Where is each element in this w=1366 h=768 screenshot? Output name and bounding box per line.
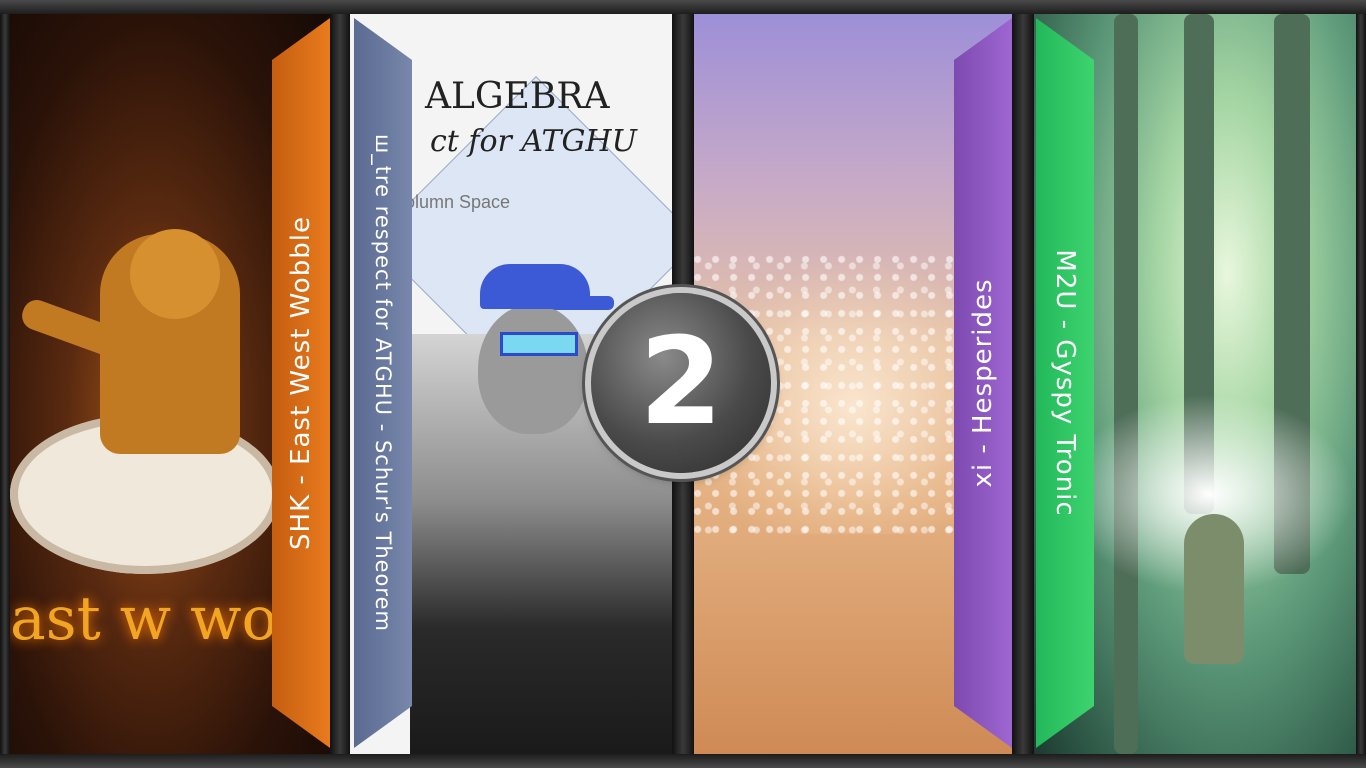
round-number-badge: 2	[591, 293, 771, 473]
song-title-2: ш_tre respect for ATGHU - Schur's Theore…	[371, 134, 395, 632]
song-title-4: M2U - Gyspy Tronic	[1050, 249, 1080, 517]
song-banner-4[interactable]: M2U - Gyspy Tronic	[1036, 18, 1094, 748]
panel-divider	[1356, 14, 1366, 754]
panel-divider	[0, 14, 10, 754]
artwork-subtitle: ct for ATGHU	[430, 124, 637, 159]
artwork-title: ALGEBRA	[425, 76, 610, 117]
panel-divider	[1012, 14, 1034, 754]
song-banner-3[interactable]: xi - Hesperides	[954, 18, 1012, 748]
bottom-border	[0, 754, 1366, 768]
artwork-caption: olumn Space	[405, 192, 511, 212]
round-number: 2	[639, 313, 723, 452]
artwork-glasses	[500, 332, 578, 356]
song-banner-2[interactable]: ш_tre respect for ATGHU - Schur's Theore…	[354, 18, 412, 748]
artwork-character-head	[130, 229, 220, 319]
song-banner-1[interactable]: SHK - East West Wobble	[272, 18, 330, 748]
song-title-3: xi - Hesperides	[968, 278, 998, 488]
song-title-1: SHK - East West Wobble	[286, 216, 316, 550]
panel-divider	[330, 14, 350, 754]
top-border	[0, 0, 1366, 14]
artwork-character	[1184, 514, 1244, 664]
artwork-logo-text: ast w wo	[10, 584, 278, 654]
artwork-face	[478, 304, 588, 434]
artwork-tree	[1114, 14, 1138, 754]
